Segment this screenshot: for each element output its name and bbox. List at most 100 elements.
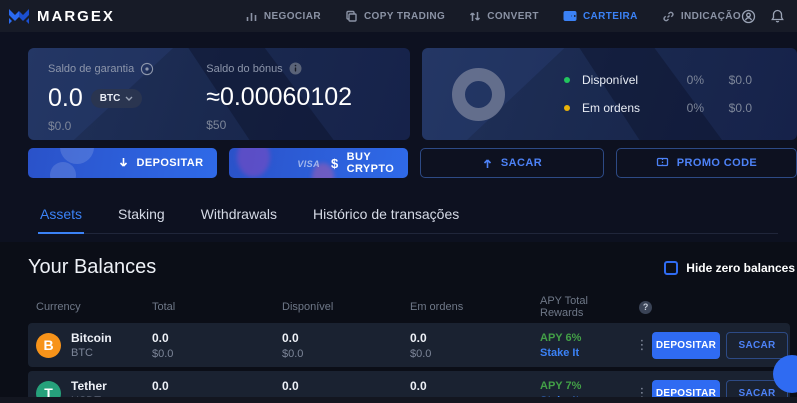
nav-item-indicacao[interactable]: INDICAÇÃO — [662, 10, 741, 23]
bonus-label: Saldo do bónus — [206, 63, 282, 75]
coin-name: Bitcoin — [71, 331, 112, 345]
nav-item-carteira[interactable]: CARTEIRA — [563, 10, 638, 22]
disponivel-usd: $0.0 — [282, 348, 410, 360]
link-icon — [662, 10, 675, 23]
footer-strip — [0, 397, 797, 403]
col-currency: Currency — [36, 301, 152, 313]
em-ordens-value: 0.0 — [410, 331, 540, 345]
section-title: Your Balances — [28, 256, 156, 279]
nav-item-label: CARTEIRA — [583, 11, 638, 22]
legend-label: Disponível — [582, 73, 662, 87]
balances-section: Your Balances Hide zero balances Currenc… — [0, 242, 797, 403]
promo-code-label: PROMO CODE — [677, 157, 757, 169]
bitcoin-icon: B — [36, 333, 61, 358]
coin-symbol: BTC — [71, 347, 112, 359]
hide-zero-checkbox[interactable] — [664, 261, 678, 275]
legend-item-disponivel: Disponível 0% $0.0 — [564, 73, 752, 87]
row-sacar-button[interactable]: SACAR — [726, 332, 788, 359]
table-row-bitcoin: B Bitcoin BTC 0.0 $0.0 0.0 $0.0 0.0 $0.0… — [28, 323, 790, 367]
hide-zero-label: Hide zero balances — [686, 261, 795, 275]
allocation-card: Disponível 0% $0.0 Em ordens 0% $0.0 — [422, 48, 797, 140]
depositar-button[interactable]: DEPOSITAR — [28, 148, 217, 178]
apy-value: APY 6% — [540, 332, 632, 344]
total-value: 0.0 — [152, 331, 282, 345]
info-icon[interactable] — [289, 62, 302, 75]
wallet-icon — [563, 10, 577, 22]
bonus-block: Saldo do bónus ≈0.00060102 $50 — [206, 62, 352, 140]
main-content: Saldo de garantia 0.0 BTC $0.0 Saldo do — [0, 32, 797, 234]
allocation-legend: Disponível 0% $0.0 Em ordens 0% $0.0 — [564, 73, 752, 115]
disponivel-value: 0.0 — [282, 379, 410, 393]
action-buttons: DEPOSITAR VISA $ BUY CRYPTO SACAR PROMO … — [28, 148, 797, 178]
buy-crypto-label: BUY CRYPTO — [347, 151, 408, 175]
stake-it-link[interactable]: Stake It — [540, 347, 632, 359]
nav-item-negociar[interactable]: NEGOCIAR — [245, 10, 321, 23]
em-ordens-value: 0.0 — [410, 379, 540, 393]
balance-cards: Saldo de garantia 0.0 BTC $0.0 Saldo do — [28, 48, 797, 140]
question-icon[interactable]: ? — [639, 301, 652, 314]
copy-icon — [345, 10, 358, 23]
legend-item-em-ordens: Em ordens 0% $0.0 — [564, 101, 752, 115]
disponivel-value: 0.0 — [282, 331, 410, 345]
nav-item-convert[interactable]: CONVERT — [469, 10, 539, 23]
support-icon[interactable] — [741, 9, 756, 24]
brand-name: MARGEX — [37, 8, 115, 25]
depositar-label: DEPOSITAR — [137, 157, 204, 169]
margex-logo[interactable]: MARGEX — [8, 7, 115, 25]
currency-selector[interactable]: BTC — [91, 89, 143, 108]
total-usd: $0.0 — [152, 348, 282, 360]
bell-icon[interactable] — [771, 9, 784, 23]
tab-staking[interactable]: Staking — [116, 200, 167, 233]
legend-percent: 0% — [662, 101, 704, 115]
em-ordens-usd: $0.0 — [410, 348, 540, 360]
legend-usd: $0.0 — [704, 73, 752, 87]
total-value: 0.0 — [152, 379, 282, 393]
wallet-balance-card: Saldo de garantia 0.0 BTC $0.0 Saldo do — [28, 48, 410, 140]
tab-withdrawals[interactable]: Withdrawals — [199, 200, 279, 233]
garantia-label: Saldo de garantia — [48, 63, 134, 75]
tab-historico[interactable]: Histórico de transações — [311, 200, 461, 233]
legend-usd: $0.0 — [704, 101, 752, 115]
legend-percent: 0% — [662, 73, 704, 87]
arrow-down-icon — [118, 157, 129, 169]
col-total: Total — [152, 301, 282, 313]
nav-item-label: INDICAÇÃO — [681, 11, 741, 22]
legend-label: Em ordens — [582, 101, 662, 115]
bonus-usd: $50 — [206, 118, 352, 132]
tab-assets[interactable]: Assets — [38, 200, 84, 233]
visa-hint: VISA — [297, 159, 320, 169]
promo-code-button[interactable]: PROMO CODE — [616, 148, 797, 178]
convert-arrows-icon — [469, 10, 481, 23]
garantia-block: Saldo de garantia 0.0 BTC $0.0 — [48, 62, 154, 140]
bonus-value: ≈0.00060102 — [206, 83, 352, 112]
nav-item-label: COPY TRADING — [364, 11, 445, 22]
arrow-up-icon — [482, 157, 493, 169]
chart-bars-icon — [245, 10, 258, 23]
eye-icon[interactable] — [140, 62, 154, 76]
nav-right-icons — [741, 7, 797, 25]
currency-selected: BTC — [100, 93, 121, 104]
col-em-ordens: Em ordens — [410, 301, 540, 313]
coin-name: Tether — [71, 379, 107, 393]
hide-zero-toggle[interactable]: Hide zero balances — [664, 261, 795, 275]
top-nav: MARGEX NEGOCIAR COPY TRADING CONVERT CAR… — [0, 0, 797, 32]
green-dot-icon — [564, 77, 570, 83]
garantia-value: 0.0 — [48, 84, 83, 113]
apy-value: APY 7% — [540, 380, 632, 392]
col-disponivel: Disponível — [282, 301, 410, 313]
row-menu-icon[interactable]: ⋮ — [632, 337, 652, 353]
buy-crypto-button[interactable]: VISA $ BUY CRYPTO — [229, 148, 408, 178]
sacar-label: SACAR — [501, 157, 542, 169]
col-apy: APY Total Rewards — [540, 295, 633, 319]
promo-tag-icon — [656, 157, 669, 169]
row-depositar-button[interactable]: DEPOSITAR — [652, 332, 720, 359]
chevron-down-icon — [125, 96, 133, 101]
garantia-usd: $0.0 — [48, 119, 154, 133]
nav-item-label: NEGOCIAR — [264, 11, 321, 22]
nav-items: NEGOCIAR COPY TRADING CONVERT CARTEIRA I… — [245, 10, 741, 23]
margex-logo-icon — [8, 7, 30, 25]
sacar-button[interactable]: SACAR — [420, 148, 604, 178]
allocation-donut-chart — [452, 68, 505, 121]
yellow-dot-icon — [564, 105, 570, 111]
nav-item-copy-trading[interactable]: COPY TRADING — [345, 10, 445, 23]
